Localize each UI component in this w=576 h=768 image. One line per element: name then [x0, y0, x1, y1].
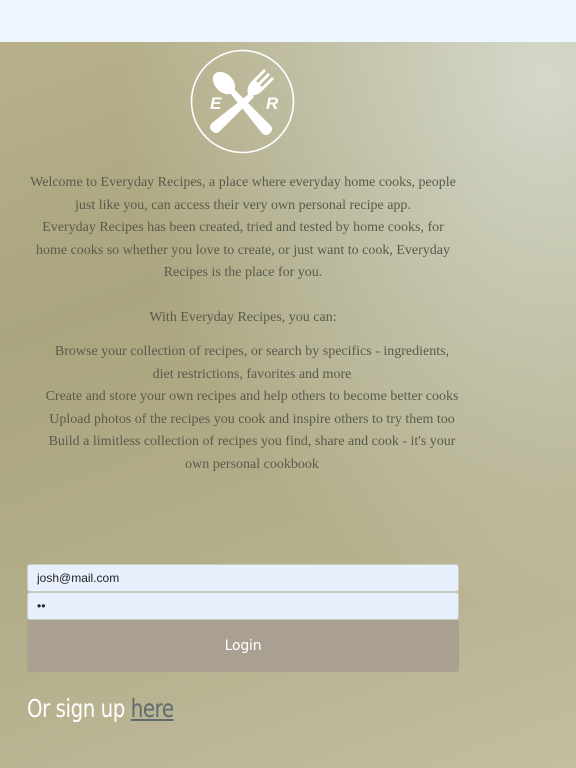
feature-item-browse: Browse your collection of recipes, or se… [54, 344, 450, 382]
signup-prefix: Or sign up [27, 694, 125, 723]
login-button[interactable]: Login [27, 620, 459, 672]
intro-section: Welcome to Everyday Recipes, a place whe… [27, 172, 459, 476]
welcome-text: Welcome to Everyday Recipes, a place whe… [30, 175, 456, 213]
login-form: Login [27, 564, 459, 672]
logo-letter-r: R [266, 94, 279, 113]
top-bar [0, 0, 576, 42]
email-field[interactable] [27, 564, 459, 592]
signup-prompt: Or sign up here [27, 694, 174, 723]
features-list: Browse your collection of recipes, or se… [27, 341, 459, 476]
signup-link[interactable]: here [131, 694, 174, 723]
password-field[interactable] [27, 592, 459, 620]
spoon-fork-cross-icon: E R [190, 49, 295, 154]
feature-item-build: Build a limitless collection of recipes … [48, 434, 456, 472]
with-heading: With Everyday Recipes, you can: [149, 309, 337, 325]
feature-item-create: Create and store your own recipes and he… [45, 389, 459, 404]
created-text: Everyday Recipes has been created, tried… [35, 220, 451, 280]
everyday-recipes-logo: E R [190, 49, 295, 154]
logo-letter-e: E [210, 94, 222, 113]
feature-item-upload: Upload photos of the recipes you cook an… [49, 411, 455, 427]
